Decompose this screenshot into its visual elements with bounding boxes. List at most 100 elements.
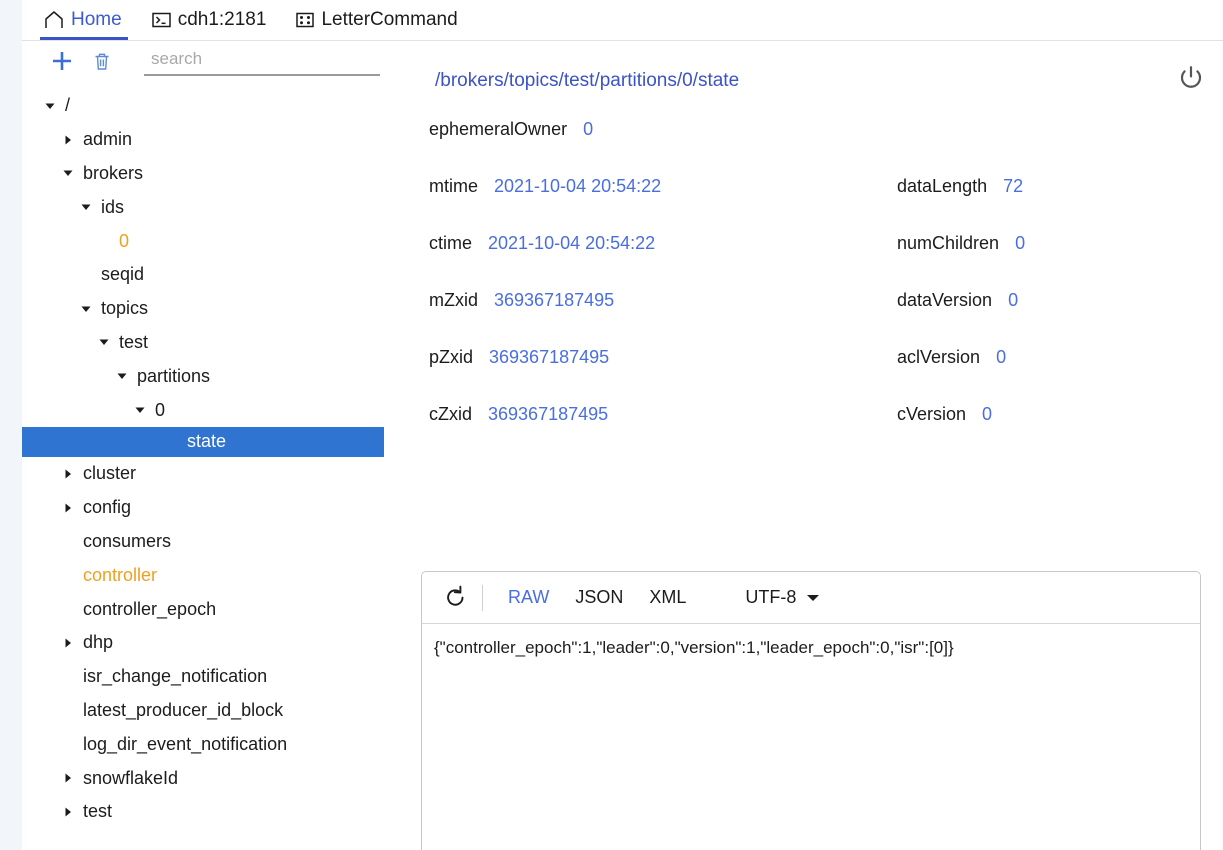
stat-value: 369367187495 <box>489 347 610 367</box>
tree-node-snowflakeId[interactable]: snowflakeId <box>22 761 407 795</box>
tree-node-controller_epoch[interactable]: controller_epoch <box>22 592 407 626</box>
tree-node-label: topics <box>101 298 149 319</box>
tree-node-label: test <box>119 331 149 352</box>
stat-key: cVersion <box>897 404 967 424</box>
format-tab-raw[interactable]: RAW <box>495 587 562 608</box>
tree-node-dhp[interactable]: dhp <box>22 626 407 660</box>
tree-node-seqid[interactable]: seqid <box>22 258 407 292</box>
tab-connection[interactable]: cdh1:2181 <box>148 0 281 40</box>
tree-node-brokers[interactable]: brokers <box>22 157 407 191</box>
tab-letter-command-label: LetterCommand <box>321 9 458 30</box>
tree-node-label: controller_epoch <box>83 598 217 619</box>
stat-row: mtime 2021-10-04 20:54:22 <box>429 176 859 233</box>
stat-key: ephemeralOwner <box>429 119 568 139</box>
tree-node-[interactable]: / <box>22 89 407 123</box>
caret-down-icon[interactable] <box>132 404 148 416</box>
tree-node-label: config <box>83 497 132 518</box>
stat-key: dataLength <box>897 176 988 196</box>
caret-down-icon[interactable] <box>42 100 58 112</box>
tab-home-label: Home <box>71 9 122 30</box>
tree-node-label: ids <box>101 196 125 217</box>
node-detail-pane: /brokers/topics/test/partitions/0/state … <box>407 41 1223 850</box>
tree-node-label: log_dir_event_notification <box>83 733 288 754</box>
left-edge-rail <box>0 0 22 850</box>
stat-value: 2021-10-04 20:54:22 <box>488 233 656 253</box>
tree-node-label: admin <box>83 129 133 150</box>
node-tree-sidebar: / admin brokers ids 0 seqid topics test partitio… <box>22 41 407 850</box>
home-icon <box>44 11 64 29</box>
stat-value: 0 <box>583 119 594 139</box>
tree-node-log_dir_event_notification[interactable]: log_dir_event_notification <box>22 727 407 761</box>
stat-key: pZxid <box>429 347 474 367</box>
tree-node-config[interactable]: config <box>22 491 407 525</box>
tree-node-test[interactable]: test <box>22 326 407 360</box>
encoding-selector[interactable]: UTF-8 <box>745 587 820 608</box>
tree-node-label: 0 <box>119 230 130 251</box>
refresh-icon[interactable] <box>436 578 476 618</box>
tree-node-partitions[interactable]: partitions <box>22 359 407 393</box>
caret-down-icon[interactable] <box>78 303 94 315</box>
tree-node-label: partitions <box>137 365 211 386</box>
toolbar-divider <box>482 584 483 611</box>
caret-right-icon[interactable] <box>60 637 76 649</box>
stat-value: 0 <box>1008 290 1019 310</box>
tree-node-consumers[interactable]: consumers <box>22 525 407 559</box>
stat-row: aclVersion 0 <box>897 347 1197 404</box>
tree-node-latest_producer_id_block[interactable]: latest_producer_id_block <box>22 694 407 728</box>
caret-right-icon[interactable] <box>60 468 76 480</box>
tree-node-0[interactable]: 0 <box>22 224 407 258</box>
tree-node-label: brokers <box>83 162 144 183</box>
stat-key: aclVersion <box>897 347 981 367</box>
tree-node-0[interactable]: 0 <box>22 393 407 427</box>
tree-node-label: 0 <box>155 399 166 420</box>
stat-key: dataVersion <box>897 290 993 310</box>
tree-node-topics[interactable]: topics <box>22 292 407 326</box>
encoding-value: UTF-8 <box>745 587 797 607</box>
delete-node-button[interactable] <box>82 45 122 77</box>
caret-down-icon[interactable] <box>60 167 76 179</box>
caret-right-icon[interactable] <box>60 772 76 784</box>
terminal-icon <box>151 12 171 28</box>
stat-value: 369367187495 <box>488 404 609 424</box>
tab-letter-command[interactable]: LetterCommand <box>292 0 471 40</box>
caret-down-icon[interactable] <box>114 370 130 382</box>
add-node-button[interactable] <box>42 45 82 77</box>
caret-down-icon[interactable] <box>78 201 94 213</box>
power-icon[interactable] <box>1174 61 1208 95</box>
node-data-content[interactable]: {"controller_epoch":1,"leader":0,"versio… <box>422 624 1200 660</box>
tree-node-isr_change_notification[interactable]: isr_change_notification <box>22 660 407 694</box>
stat-column-right: dataLength 72 numChildren 0 dataVersion 0 aclV… <box>897 176 1197 461</box>
stat-row: numChildren 0 <box>897 233 1197 290</box>
tree-node-ids[interactable]: ids <box>22 190 407 224</box>
node-data-panel: RAW JSON XML UTF-8 {"controller_epoch":1… <box>421 571 1201 850</box>
node-path-breadcrumb[interactable]: /brokers/topics/test/partitions/0/state <box>435 70 739 92</box>
stat-value: 2021-10-04 20:54:22 <box>494 176 662 196</box>
app-window: Home cdh1:2181 LetterCommand search / ad… <box>0 0 1223 850</box>
stat-row: dataVersion 0 <box>897 290 1197 347</box>
caret-down-icon[interactable] <box>96 336 112 348</box>
stat-key: mZxid <box>429 290 478 310</box>
tree-node-test[interactable]: test <box>22 795 407 829</box>
stat-value: 0 <box>982 404 993 424</box>
grid-dots-icon <box>296 12 315 28</box>
format-tab-json[interactable]: JSON <box>562 587 636 608</box>
stat-value: 0 <box>1015 233 1026 253</box>
caret-right-icon[interactable] <box>60 502 76 514</box>
tree-node-admin[interactable]: admin <box>22 123 407 157</box>
tab-home[interactable]: Home <box>40 0 136 40</box>
tree-node-label: controller <box>83 564 158 585</box>
stat-value: 72 <box>1003 176 1024 196</box>
tree-node-cluster[interactable]: cluster <box>22 457 407 491</box>
chevron-down-icon <box>806 587 820 608</box>
tree-node-label: seqid <box>101 264 145 285</box>
tree-node-state[interactable]: state <box>22 426 384 457</box>
tree-node-label: isr_change_notification <box>83 666 268 687</box>
sidebar-toolbar <box>22 41 407 81</box>
caret-right-icon[interactable] <box>60 134 76 146</box>
search-input[interactable] <box>144 46 380 76</box>
stat-column-left: ephemeralOwner 0 mtime 2021-10-04 20:54:22 c… <box>429 119 859 461</box>
tree-node-label: / <box>65 95 71 116</box>
caret-right-icon[interactable] <box>60 806 76 818</box>
tree-node-controller[interactable]: controller <box>22 558 407 592</box>
format-tab-xml[interactable]: XML <box>636 587 699 608</box>
